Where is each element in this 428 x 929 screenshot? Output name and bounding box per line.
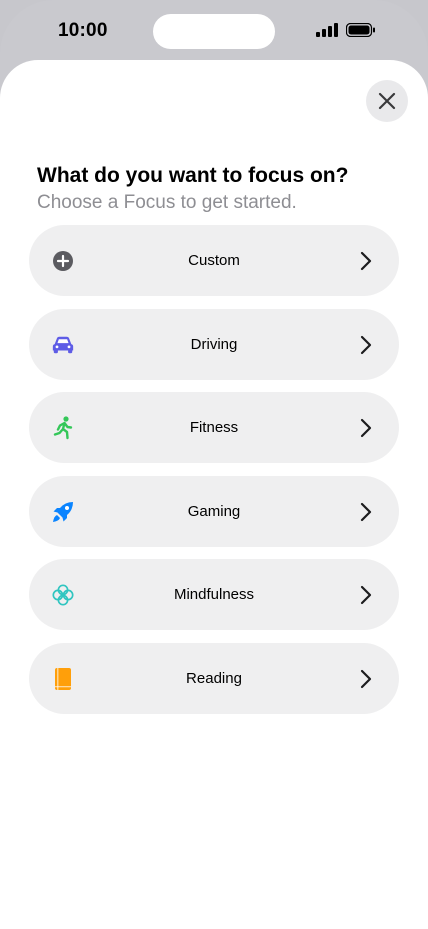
close-button[interactable] [366, 80, 408, 122]
status-bar: 10:00 [0, 0, 428, 62]
cellular-signal-icon [316, 23, 338, 37]
close-icon [378, 92, 396, 110]
dynamic-island [153, 14, 275, 49]
focus-option-label: Mindfulness [173, 586, 255, 604]
focus-option-custom[interactable]: Custom [29, 225, 399, 296]
focus-option-label: Reading [186, 669, 242, 687]
focus-option-label: Custom [188, 252, 240, 269]
chevron-right-icon [360, 335, 372, 354]
focus-option-reading[interactable]: Reading [29, 642, 399, 714]
focus-option-fitness[interactable]: Fitness [29, 392, 399, 464]
status-icons [316, 23, 376, 37]
focus-list: Custom Driving Fitness Gaming Mindfulnes… [29, 225, 399, 727]
status-time: 10:00 [58, 20, 108, 41]
focus-option-label: Fitness [189, 419, 239, 437]
focus-option-mindfulness[interactable]: Mindfulness [29, 559, 399, 631]
focus-option-label: Driving [190, 335, 238, 353]
chevron-right-icon [360, 251, 372, 271]
focus-option-label: Gaming [187, 502, 241, 520]
chevron-right-icon [360, 586, 372, 605]
phone-screen: 10:00 What do you want to focus on? Choo… [0, 0, 428, 929]
focus-option-gaming[interactable]: Gaming [29, 475, 399, 547]
chevron-right-icon [360, 502, 372, 521]
sheet-title: What do you want to focus on? [37, 164, 349, 187]
chevron-right-icon [360, 669, 372, 689]
chevron-right-icon [360, 419, 372, 438]
sheet-subtitle: Choose a Focus to get started. [37, 192, 297, 213]
focus-sheet: What do you want to focus on? Choose a F… [0, 60, 428, 929]
battery-icon [346, 23, 375, 37]
focus-option-driving[interactable]: Driving [29, 308, 399, 380]
